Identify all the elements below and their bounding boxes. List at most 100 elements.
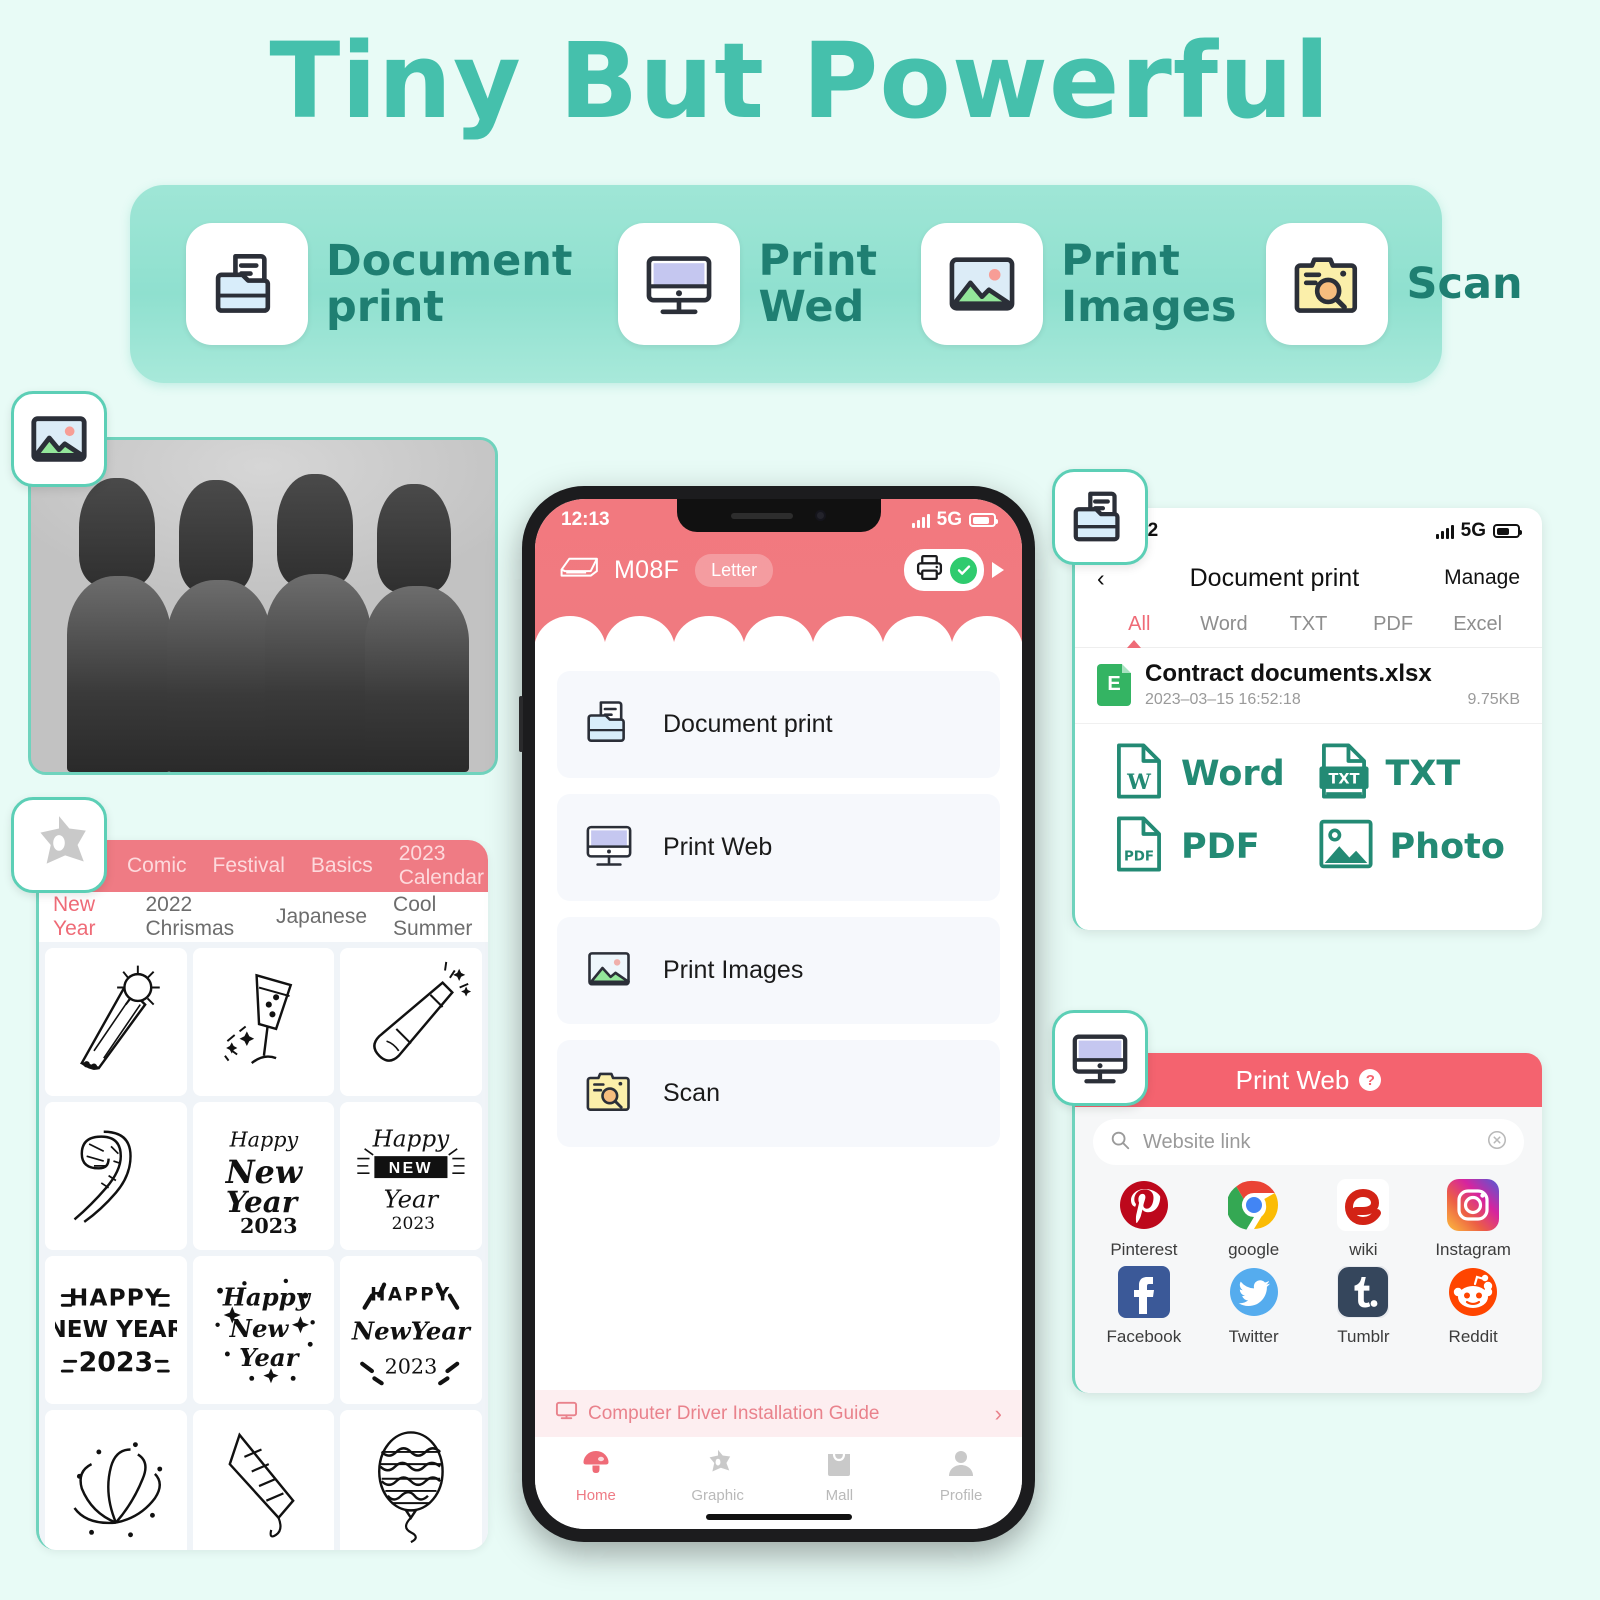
printer-icon <box>915 553 944 587</box>
doc-type-photo[interactable]: Photo <box>1318 817 1523 876</box>
back-chevron-icon[interactable]: ‹ <box>1097 565 1105 592</box>
doc-type-pdf[interactable]: PDF PDF <box>1113 815 1318 878</box>
tab-home[interactable]: Home <box>535 1448 657 1504</box>
signal-icon <box>1435 524 1454 539</box>
feature-label: Print Images <box>1061 236 1237 332</box>
chevron-right-icon: › <box>994 1400 1002 1426</box>
svg-text:NEW: NEW <box>389 1161 433 1178</box>
monitor-icon <box>618 223 741 345</box>
sticker-tab-basics[interactable]: Basics <box>311 854 373 878</box>
driver-guide-banner[interactable]: Computer Driver Installation Guide › <box>535 1390 1022 1437</box>
doc-tab-pdf[interactable]: PDF <box>1351 613 1436 636</box>
facebook-icon <box>1116 1264 1172 1320</box>
menu-item-scan[interactable]: Scan <box>557 1040 1000 1147</box>
site-shortcut-google[interactable]: google <box>1199 1177 1309 1260</box>
paper-size-chip[interactable]: Letter <box>695 553 774 587</box>
pdf-file-icon: PDF <box>1113 815 1165 878</box>
image-icon-badge <box>11 391 107 487</box>
question-mark-icon[interactable]: ? <box>1359 1069 1382 1091</box>
doc-tab-word[interactable]: Word <box>1182 613 1267 636</box>
doc-type-label: PDF <box>1181 826 1260 867</box>
sticker-tab-calendar[interactable]: 2023 Calendar <box>399 842 488 890</box>
svg-text:2023: 2023 <box>392 1215 435 1235</box>
document-list-row[interactable]: E Contract documents.xlsx 2023–03–15 16:… <box>1075 648 1542 724</box>
tab-mall[interactable]: Mall <box>779 1448 901 1504</box>
sticker-tab-comic[interactable]: Comic <box>127 854 187 878</box>
feature-print-images[interactable]: Print Images <box>921 223 1236 345</box>
tab-label: Home <box>575 1487 616 1504</box>
print-status-button[interactable] <box>904 549 984 591</box>
website-link-input[interactable]: Website link <box>1093 1119 1524 1165</box>
svg-text:Happy: Happy <box>372 1127 451 1153</box>
site-label: Instagram <box>1435 1240 1511 1259</box>
sticker-item[interactable] <box>192 1410 335 1550</box>
chrome-icon <box>1226 1177 1282 1233</box>
clear-circle-icon[interactable] <box>1486 1129 1508 1156</box>
site-label: google <box>1228 1240 1280 1259</box>
front-camera <box>815 510 826 521</box>
site-shortcut-tumblr[interactable]: Tumblr <box>1309 1264 1419 1347</box>
sticker-subtab-cool-summer[interactable]: Cool Summer <box>393 893 488 941</box>
sticker-item[interactable]: Happy NEW Year 2023 <box>340 1102 482 1250</box>
image-icon <box>921 223 1044 345</box>
print-web-title: Print Web <box>1235 1064 1350 1095</box>
sticker-item[interactable]: Happy New Year 2023 <box>192 1102 335 1250</box>
sticker-item[interactable]: Happy New Year <box>192 1256 335 1404</box>
site-shortcut-reddit[interactable]: Reddit <box>1418 1264 1528 1347</box>
site-shortcut-instagram[interactable]: Instagram <box>1418 1177 1528 1260</box>
tab-graphic[interactable]: Graphic <box>657 1448 779 1504</box>
sticker-item[interactable]: HAPPY NEW YEAR 2023 <box>45 1256 187 1404</box>
printer-row: M08F Letter <box>535 541 1022 591</box>
document-print-panel: 52 5G ‹ Document print Manage All Word T… <box>1072 508 1542 930</box>
doc-tab-txt[interactable]: TXT <box>1266 613 1351 636</box>
expand-arrow-icon[interactable] <box>992 562 1004 578</box>
tab-profile[interactable]: Profile <box>900 1448 1022 1504</box>
menu-item-print-images[interactable]: Print Images <box>557 917 1000 1024</box>
site-label: Reddit <box>1448 1327 1498 1346</box>
sticker-item[interactable] <box>340 948 482 1096</box>
site-shortcut-facebook[interactable]: Facebook <box>1089 1264 1199 1347</box>
doc-nav-bar: ‹ Document print Manage <box>1075 554 1542 602</box>
site-shortcut-twitter[interactable]: Twitter <box>1199 1264 1309 1347</box>
sticker-item[interactable] <box>45 1102 187 1250</box>
image-icon <box>583 942 635 999</box>
site-shortcut-pinterest[interactable]: Pinterest <box>1089 1177 1199 1260</box>
manage-button[interactable]: Manage <box>1444 566 1520 590</box>
svg-text:Year: Year <box>239 1344 301 1373</box>
sticker-library-panel: Comic Festival Basics 2023 Calendar New … <box>36 840 488 1550</box>
battery-icon <box>1493 524 1522 538</box>
doc-type-label: Photo <box>1389 826 1505 867</box>
sticker-item[interactable] <box>192 948 335 1096</box>
feature-label: Print Wed <box>758 236 878 332</box>
sticker-item[interactable]: HAPPY NewYear 2023 <box>340 1256 482 1404</box>
file-size: 9.75KB <box>1467 691 1520 708</box>
doc-tab-excel[interactable]: Excel <box>1435 613 1520 636</box>
instagram-icon <box>1445 1177 1501 1233</box>
poster-root: Tiny But Powerful Document print Print W… <box>0 0 1600 1600</box>
sticker-subtab-japanese[interactable]: Japanese <box>276 905 367 929</box>
sticker-tab-festival[interactable]: Festival <box>213 854 285 878</box>
feature-document-print[interactable]: Document print <box>186 223 572 345</box>
doc-type-word[interactable]: W Word <box>1113 742 1318 805</box>
sticker-subtab-new-year[interactable]: New Year <box>53 893 120 941</box>
sticker-item[interactable] <box>340 1410 482 1550</box>
home-mushroom-icon <box>580 1448 612 1482</box>
sticker-subtab-christmas[interactable]: 2022 Chrismas <box>146 893 250 941</box>
sticker-item[interactable] <box>45 948 187 1096</box>
site-label: Pinterest <box>1110 1240 1178 1259</box>
sticker-item[interactable] <box>45 1410 187 1550</box>
active-tab-caret <box>1127 640 1141 648</box>
feature-scan[interactable]: Scan <box>1266 223 1523 345</box>
doc-tab-all[interactable]: All <box>1097 613 1182 636</box>
feature-label: Scan <box>1406 259 1523 309</box>
svg-text:Happy: Happy <box>221 1283 311 1312</box>
menu-item-document-print[interactable]: Document print <box>557 671 1000 778</box>
doc-type-txt[interactable]: TXT TXT <box>1318 742 1523 805</box>
menu-item-print-web[interactable]: Print Web <box>557 794 1000 901</box>
site-label: Tumblr <box>1337 1327 1390 1346</box>
file-date: 2023–03–15 16:52:18 <box>1145 691 1301 708</box>
pinterest-icon <box>1116 1177 1172 1233</box>
feature-print-web[interactable]: Print Wed <box>618 223 877 345</box>
svg-text:PDF: PDF <box>1124 850 1154 865</box>
site-shortcut-wiki[interactable]: wiki <box>1309 1177 1419 1260</box>
